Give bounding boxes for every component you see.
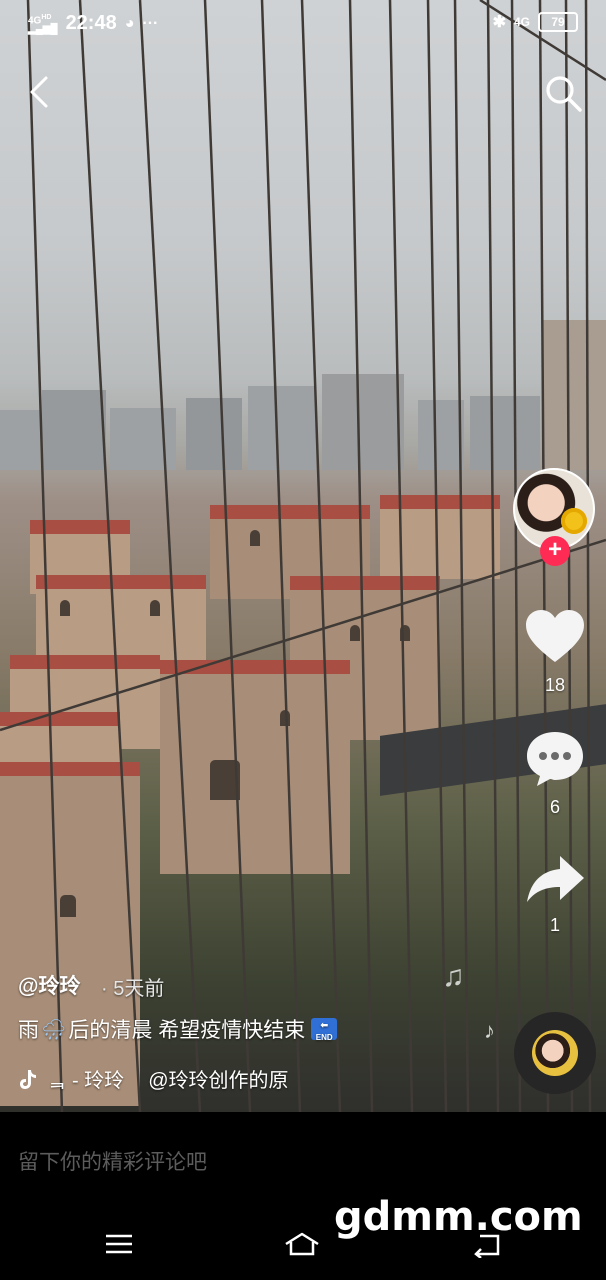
battery-icon: 79 bbox=[538, 12, 578, 32]
cellular-right-label: 4G bbox=[513, 15, 530, 29]
balcony-railing bbox=[0, 0, 606, 1112]
home-icon[interactable] bbox=[282, 1230, 322, 1258]
more-notifications-icon: ··· bbox=[142, 14, 159, 32]
clock: 22:48 bbox=[65, 12, 117, 34]
like-count: 18 bbox=[544, 675, 566, 695]
status-bar: 4GHD ▂▄▆█ 22:48 ◕ ··· ✱ 4G 79 bbox=[0, 0, 606, 48]
video-caption: 雨 🌧 后的清晨 希望疫情快结束 ⬅ END bbox=[18, 1014, 338, 1044]
music-info[interactable]: ᆿ - 玲玲 @玲玲创作的原 bbox=[18, 1064, 289, 1093]
caption-prefix: 雨 bbox=[18, 1019, 39, 1042]
comment-button[interactable]: 6 bbox=[522, 728, 588, 818]
system-navigation-bar bbox=[0, 1206, 606, 1280]
share-button[interactable]: 1 bbox=[522, 852, 588, 936]
cellular-signal-icon: 4GHD ▂▄▆█ bbox=[28, 13, 58, 36]
author-avatar-group[interactable]: + bbox=[513, 468, 595, 566]
video-player[interactable] bbox=[0, 0, 606, 1112]
share-count: 1 bbox=[549, 915, 560, 935]
music-disc-button[interactable] bbox=[514, 1012, 596, 1094]
music-cover-avatar bbox=[532, 1030, 578, 1076]
rain-cloud-icon: 🌧 bbox=[41, 1018, 67, 1041]
follow-button[interactable]: + bbox=[540, 536, 570, 566]
comment-input[interactable]: 留下你的精彩评论吧 bbox=[18, 1146, 207, 1176]
author-name[interactable]: @玲玲 bbox=[18, 970, 80, 1000]
menu-icon[interactable] bbox=[102, 1230, 142, 1258]
tiktok-note-icon bbox=[20, 1069, 36, 1089]
comment-count: 6 bbox=[549, 797, 560, 817]
app-notification-icon: ◕ bbox=[124, 14, 135, 32]
floating-music-note-icon: ♪ bbox=[484, 1018, 495, 1043]
end-arrow-icon: ⬅ END bbox=[311, 1018, 338, 1042]
share-arrow-icon bbox=[527, 856, 584, 902]
back-nav-icon[interactable] bbox=[468, 1230, 508, 1258]
music-artist: ᆿ - 玲玲 bbox=[48, 1070, 125, 1092]
music-title: @玲玲创作的原 bbox=[148, 1070, 289, 1092]
bluetooth-icon: ✱ bbox=[492, 14, 506, 31]
comment-bubble-icon bbox=[527, 732, 583, 786]
floating-music-note-icon: ♫ bbox=[442, 960, 465, 993]
like-button[interactable]: 18 bbox=[522, 608, 588, 696]
back-icon[interactable] bbox=[24, 72, 60, 112]
search-icon[interactable] bbox=[544, 74, 584, 114]
heart-icon bbox=[526, 610, 584, 662]
post-time: · 5天前 bbox=[101, 978, 165, 1000]
caption-text: 后的清晨 希望疫情快结束 bbox=[68, 1019, 306, 1042]
flower-decoration bbox=[561, 508, 587, 534]
